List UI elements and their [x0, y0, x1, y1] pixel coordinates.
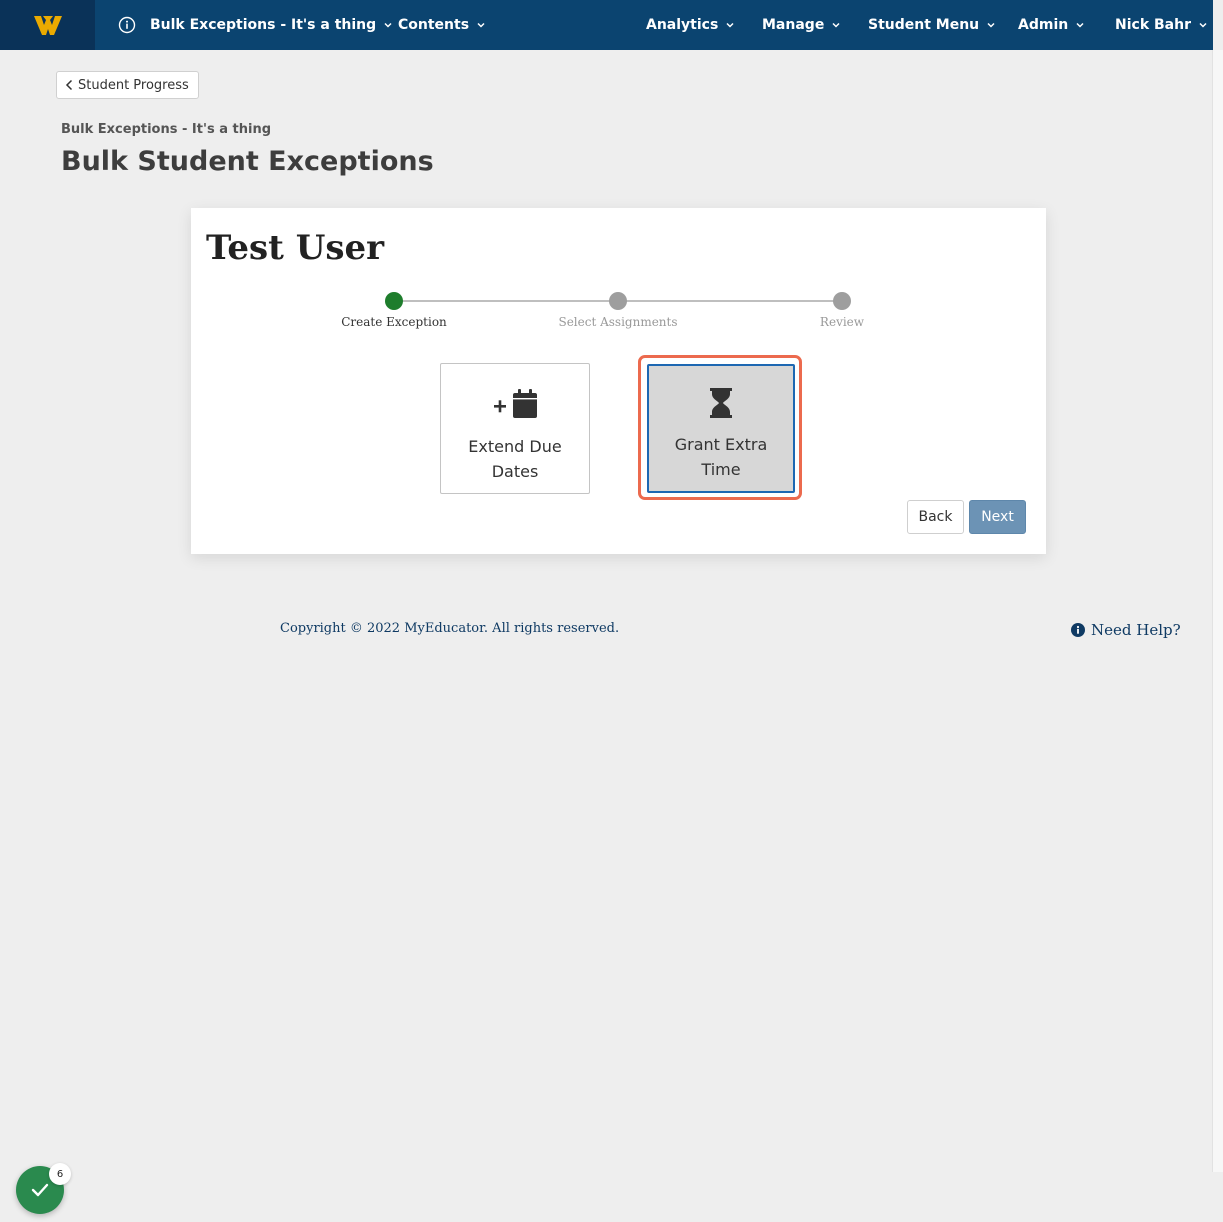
extend-due-dates-label: Extend Due Dates — [468, 437, 562, 481]
course-menu-label: Bulk Exceptions - It's a thing — [150, 17, 377, 33]
info-circle-icon — [1071, 623, 1085, 637]
chevron-down-icon — [384, 22, 392, 28]
user-menu-label: Nick Bahr — [1115, 17, 1191, 33]
course-menu[interactable]: Bulk Exceptions - It's a thing — [118, 0, 394, 50]
manage-menu-label: Manage — [762, 17, 825, 33]
step-dot-create-exception — [385, 292, 403, 310]
top-nav-bar: Bulk Exceptions - It's a thing Contents … — [0, 0, 1213, 50]
need-help-link[interactable]: Need Help? — [1071, 621, 1181, 639]
grant-extra-time-option[interactable]: Grant Extra Time — [647, 364, 795, 493]
analytics-menu-label: Analytics — [646, 17, 719, 33]
course-name: Bulk Exceptions - It's a thing — [61, 122, 272, 137]
wv-logo-icon — [33, 16, 62, 35]
chevron-down-icon — [1076, 22, 1084, 28]
extend-due-dates-option[interactable]: Extend Due Dates — [440, 363, 590, 494]
calendar-plus-icon — [494, 389, 537, 418]
step-label-review: Review — [819, 315, 865, 329]
chevron-down-icon — [1199, 22, 1207, 28]
chevron-down-icon — [832, 22, 840, 28]
step-label-create-exception: Create Exception — [341, 315, 447, 329]
chevron-down-icon — [726, 22, 734, 28]
analytics-menu[interactable]: Analytics — [646, 0, 736, 50]
next-button[interactable]: Next — [969, 500, 1026, 534]
student-menu[interactable]: Student Menu — [868, 0, 997, 50]
admin-menu[interactable]: Admin — [1018, 0, 1086, 50]
hourglass-icon — [710, 388, 732, 418]
student-progress-back-label: Student Progress — [78, 77, 189, 93]
step-dot-review — [833, 292, 851, 310]
student-name: Test User — [206, 228, 385, 268]
checkmark-icon — [31, 1183, 49, 1197]
chevron-down-icon — [987, 22, 995, 28]
student-progress-back-button[interactable]: Student Progress — [56, 71, 199, 99]
step-label-select-assignments: Select Assignments — [558, 315, 678, 329]
back-button[interactable]: Back — [907, 500, 964, 534]
admin-menu-label: Admin — [1018, 17, 1069, 33]
notification-count-badge: 6 — [49, 1163, 71, 1185]
manage-menu[interactable]: Manage — [762, 0, 842, 50]
copyright-text: Copyright © 2022 MyEducator. All rights … — [280, 621, 620, 636]
chevron-down-icon — [477, 22, 485, 28]
page-title: Bulk Student Exceptions — [61, 146, 434, 177]
exception-card: Test User Create Exception Select Assign… — [191, 208, 1046, 554]
scrollbar[interactable] — [1212, 50, 1223, 1172]
chevron-left-icon — [65, 79, 73, 91]
logo[interactable] — [0, 0, 95, 50]
need-help-label: Need Help? — [1091, 621, 1181, 639]
info-icon — [118, 16, 136, 34]
contents-menu[interactable]: Contents — [398, 0, 487, 50]
stepper-line — [394, 300, 618, 302]
user-menu[interactable]: Nick Bahr — [1115, 0, 1209, 50]
grant-extra-time-label: Grant Extra Time — [674, 435, 768, 479]
stepper-line — [618, 300, 842, 302]
student-menu-label: Student Menu — [868, 17, 980, 33]
step-dot-select-assignments — [609, 292, 627, 310]
contents-menu-label: Contents — [398, 17, 470, 33]
